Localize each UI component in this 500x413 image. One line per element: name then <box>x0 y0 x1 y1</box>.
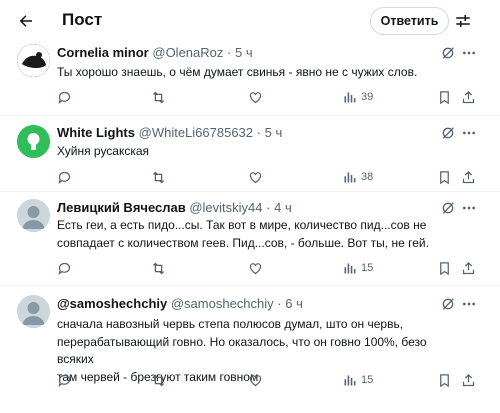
like-icon[interactable] <box>248 371 263 389</box>
reply-meta: White Lights @WhiteLi66785632 · 5 ч <box>57 125 282 140</box>
views-icon <box>344 92 356 102</box>
reply-meta: @samoshechchiy @samoshechchiy · 6 ч <box>57 296 303 311</box>
bookmark-icon[interactable] <box>437 88 452 106</box>
more-icon[interactable] <box>461 200 479 218</box>
author-handle[interactable]: @samoshechchiy <box>171 296 274 311</box>
views-stat[interactable]: 38 <box>342 168 373 186</box>
author-name[interactable]: Левицкий Вячеслав <box>57 200 186 215</box>
timestamp[interactable]: 5 ч <box>265 125 283 140</box>
views-count: 15 <box>361 262 374 274</box>
views-icon <box>344 263 356 273</box>
like-icon[interactable] <box>248 259 263 277</box>
views-icon <box>344 375 356 385</box>
reply-item[interactable]: White Lights @WhiteLi66785632 · 5 ч Хуйн… <box>0 117 500 192</box>
bookmark-icon[interactable] <box>437 371 452 389</box>
avatar[interactable] <box>17 295 50 328</box>
views-stat[interactable]: 39 <box>342 88 373 106</box>
settings-sliders-icon[interactable] <box>452 10 474 32</box>
reply-item[interactable]: Левицкий Вячеслав @levitskiy44 · 4 ч Ест… <box>0 193 500 286</box>
more-icon[interactable] <box>461 45 479 63</box>
repost-icon[interactable] <box>151 88 166 106</box>
author-name[interactable]: Cornelia minor <box>57 45 149 60</box>
separator: · <box>227 45 232 60</box>
bookmark-icon[interactable] <box>437 259 452 277</box>
reply-text: Есть геи, а есть пидо...сы. Так вот в ми… <box>57 217 437 252</box>
back-arrow-icon[interactable] <box>14 9 38 33</box>
like-icon[interactable] <box>248 168 263 186</box>
author-handle[interactable]: @OlenaRoz <box>152 45 223 60</box>
page-title: Пост <box>62 10 103 29</box>
reply-icon[interactable] <box>57 168 72 186</box>
reply-text-line: совпадает с количеством геев. Пид...сов,… <box>57 235 429 250</box>
reply-text-line: сначала навозный червь степа полюсов дум… <box>57 317 404 331</box>
reply-text-line: Есть геи, а есть пидо...сы. Так вот в ми… <box>57 218 427 232</box>
author-handle[interactable]: @levitskiy44 <box>189 200 262 215</box>
author-name[interactable]: @samoshechchiy <box>57 296 167 311</box>
timestamp[interactable]: 5 ч <box>235 45 253 60</box>
action-bar: 39 <box>57 88 487 108</box>
more-icon[interactable] <box>461 125 479 143</box>
share-icon[interactable] <box>461 371 476 389</box>
views-stat[interactable]: 15 <box>342 371 373 389</box>
grok-icon[interactable] <box>440 125 458 143</box>
avatar[interactable] <box>17 44 50 77</box>
action-bar: 15 <box>57 259 487 279</box>
reply-item[interactable]: Cornelia minor @OlenaRoz · 5 ч Ты хорошо… <box>0 42 500 116</box>
reply-meta: Cornelia minor @OlenaRoz · 5 ч <box>57 45 253 60</box>
views-stat[interactable]: 15 <box>342 259 373 277</box>
timestamp[interactable]: 6 ч <box>285 296 303 311</box>
grok-icon[interactable] <box>440 296 458 314</box>
reply-icon[interactable] <box>57 259 72 277</box>
share-icon[interactable] <box>461 168 476 186</box>
share-icon[interactable] <box>461 259 476 277</box>
views-count: 15 <box>361 374 374 386</box>
like-icon[interactable] <box>248 88 263 106</box>
timestamp[interactable]: 4 ч <box>274 200 292 215</box>
reply-text: Ты хорошо знаешь, о чём думает свинья - … <box>57 65 418 79</box>
top-bar: Пост Ответить <box>0 0 500 42</box>
reply-item[interactable]: @samoshechchiy @samoshechchiy · 6 ч снач… <box>0 287 500 413</box>
views-count: 38 <box>361 171 374 183</box>
views-icon <box>344 172 356 182</box>
separator: · <box>277 296 282 311</box>
reply-icon[interactable] <box>57 88 72 106</box>
share-icon[interactable] <box>461 88 476 106</box>
author-name[interactable]: White Lights <box>57 125 135 140</box>
separator: · <box>256 125 261 140</box>
author-handle[interactable]: @WhiteLi66785632 <box>139 125 253 140</box>
action-bar: 38 <box>57 168 487 188</box>
reply-icon[interactable] <box>57 371 72 389</box>
repost-icon[interactable] <box>151 259 166 277</box>
more-icon[interactable] <box>461 296 479 314</box>
repost-icon[interactable] <box>151 371 166 389</box>
action-bar: 15 <box>57 371 487 391</box>
separator: · <box>266 200 271 215</box>
grok-icon[interactable] <box>440 200 458 218</box>
grok-icon[interactable] <box>440 45 458 63</box>
avatar[interactable] <box>17 199 50 232</box>
reply-button[interactable]: Ответить <box>370 7 449 35</box>
views-count: 39 <box>361 91 374 103</box>
reply-meta: Левицкий Вячеслав @levitskiy44 · 4 ч <box>57 200 292 215</box>
avatar[interactable] <box>17 125 50 158</box>
reply-text-line: перерабатывающий говно. Но оказалось, чт… <box>57 334 427 367</box>
reply-text: Хуйня русакская <box>57 144 150 158</box>
bookmark-icon[interactable] <box>437 168 452 186</box>
repost-icon[interactable] <box>151 168 166 186</box>
